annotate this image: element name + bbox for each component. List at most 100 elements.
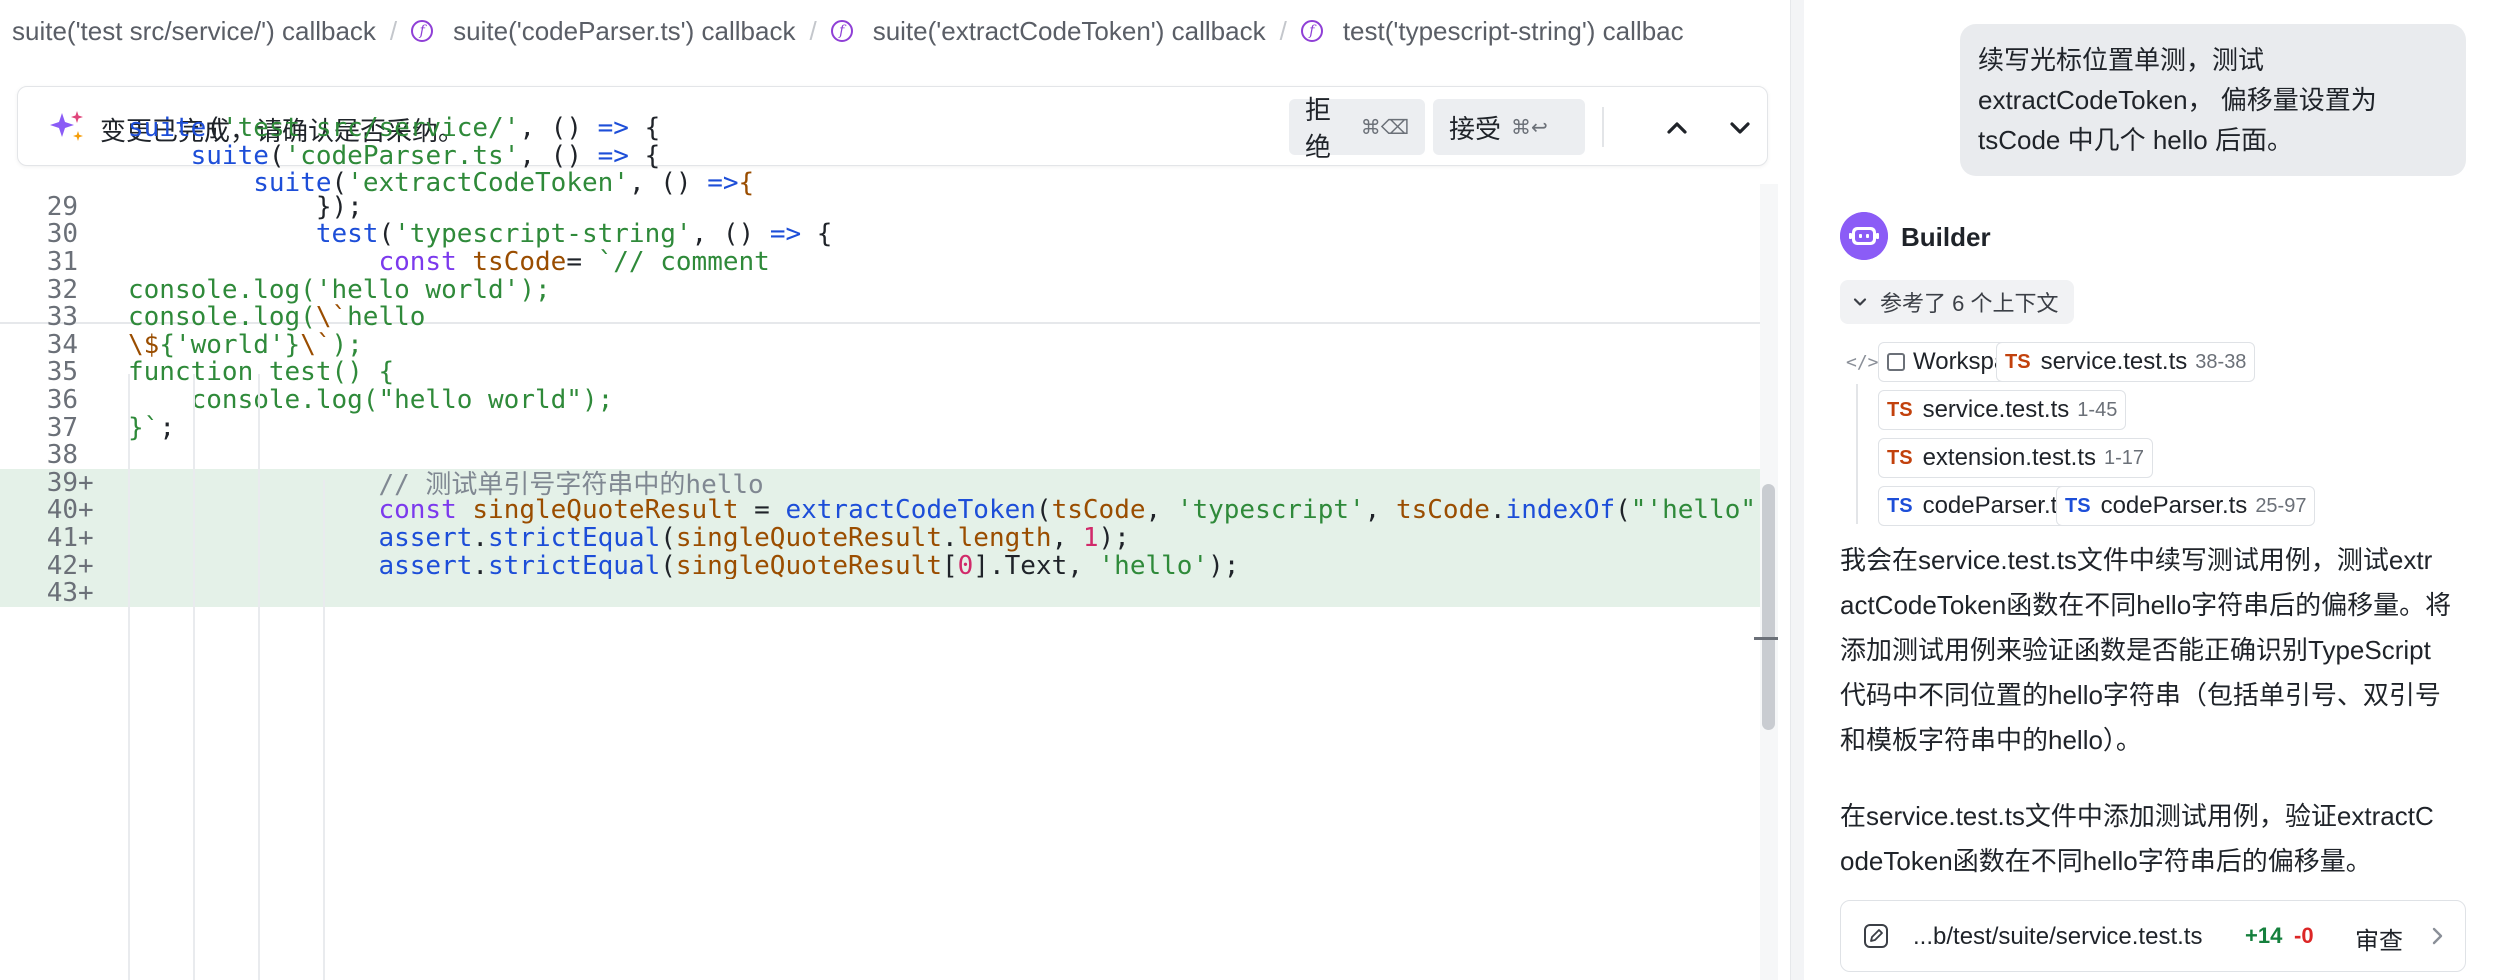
- breadcrumb-separator: /: [389, 15, 398, 46]
- code-token: ,: [1364, 495, 1396, 526]
- function-icon: f: [830, 20, 853, 42]
- added-line-marker: +: [78, 522, 94, 553]
- added-code-line[interactable]: 42 + assert.strictEqual(singleQuoteResult…: [0, 550, 1778, 581]
- line-number: 31: [46, 246, 78, 277]
- code-editor[interactable]: suite('test src/service/', () => { suite…: [0, 113, 1778, 980]
- breadcrumb-separator: /: [1279, 15, 1287, 46]
- breadcrumb-item[interactable]: suite('test src/service/') callback: [12, 16, 376, 47]
- scrollbar-cursor-marker: [1754, 637, 1778, 640]
- breadcrumb-item[interactable]: f test('typescript-string') callbac: [1300, 16, 1684, 47]
- code-token: (: [1035, 495, 1052, 526]
- breadcrumb-item[interactable]: f suite('extractCodeToken') callback: [830, 16, 1266, 47]
- code-token: \$: [128, 329, 160, 360]
- context-chip-range: 1-45: [2077, 398, 2118, 421]
- line-number: 37: [46, 412, 78, 443]
- breadcrumb-label: suite('test src/service/') callback: [12, 15, 376, 46]
- chevron-right-icon[interactable]: [2429, 926, 2445, 946]
- pane-splitter[interactable]: [1790, 0, 1804, 980]
- line-number: 30: [46, 219, 78, 250]
- code-token: const: [378, 495, 457, 526]
- line-number: 38: [46, 440, 78, 471]
- code-text: const tsCode= `// comment: [128, 246, 769, 277]
- indent-guide: [128, 374, 130, 980]
- breadcrumb-item[interactable]: f suite('codeParser.ts') callback: [411, 16, 795, 47]
- scrollbar-thumb[interactable]: [1762, 484, 1775, 730]
- code-token: ,: [1145, 495, 1177, 526]
- line-number: 33: [46, 302, 78, 333]
- code-token: (: [1615, 495, 1631, 526]
- code-token: strictEqual: [488, 550, 661, 581]
- code-text: test('typescript-string', () => {: [128, 219, 833, 250]
- context-chip-name: extension.test.ts: [1922, 444, 2096, 471]
- code-token: 'hello': [1098, 550, 1209, 581]
- code-token: tsCode: [472, 246, 567, 277]
- lines-added-count: +14: [2245, 923, 2283, 948]
- code-token: (: [660, 522, 676, 553]
- code-token: 0: [957, 550, 974, 581]
- code-text: \${'world'}\`);: [128, 330, 363, 360]
- user-message-line: tsCode 中几个 hello 后面。: [1978, 125, 2293, 155]
- context-chip-file[interactable]: TS service.test.ts 1-45: [1878, 390, 2127, 430]
- context-toggle[interactable]: 参考了 6 个上下文: [1840, 280, 2075, 324]
- line-number: 41: [46, 522, 78, 553]
- code-line[interactable]: 33 console.log(\`hello: [0, 302, 1778, 333]
- added-code-line[interactable]: 40 + const singleQuoteResult = extractCod…: [0, 495, 1778, 526]
- typescript-file-icon: TS: [2005, 350, 2031, 373]
- bot-name: Builder: [1901, 222, 1991, 252]
- context-chip-range: 38-38: [2195, 350, 2247, 373]
- user-message-line: 续写光标位置单测，测试: [1978, 45, 2265, 75]
- added-code-line[interactable]: 41 + assert.strictEqual(singleQuoteResult…: [0, 522, 1778, 553]
- code-token: "'hello": [1630, 495, 1757, 526]
- paragraph-line: actCodeToken函数在不同hello字符串后的偏移量。将: [1840, 590, 2452, 620]
- code-token: const: [378, 246, 457, 277]
- context-chip-file[interactable]: TS codeParser.ts 25-97: [2056, 486, 2316, 526]
- code-token: test: [315, 219, 379, 250]
- added-code-line[interactable]: 43 +: [0, 578, 1778, 609]
- code-token: extractCodeToken: [785, 495, 1036, 526]
- code-token: .: [472, 522, 489, 553]
- user-message-line: extractCodeToken， 偏移量设置为: [1978, 85, 2377, 115]
- context-chip-file[interactable]: TS service.test.ts 38-38: [1996, 342, 2256, 382]
- code-icon: </>: [1846, 352, 1879, 373]
- code-line[interactable]: 36 console.log("hello world");: [0, 384, 1778, 415]
- file-change-card[interactable]: ...b/test/suite/service.test.ts +14 -0 审…: [1840, 900, 2466, 972]
- indent-guide: [258, 374, 260, 980]
- code-line[interactable]: 29 });: [0, 192, 1778, 222]
- code-line[interactable]: 32 console.log('hello world');: [0, 275, 1778, 305]
- line-number: 40: [46, 495, 78, 526]
- code-line[interactable]: 35 function test() {: [0, 357, 1778, 388]
- code-token: , (): [691, 219, 770, 250]
- review-button[interactable]: 审查: [2355, 921, 2403, 956]
- line-number: 35: [46, 357, 78, 388]
- paragraph-line: 代码中不同位置的hello字符串（包括单引号、双引号: [1840, 680, 2441, 710]
- context-chip-name: service.test.ts: [1922, 396, 2070, 423]
- code-line[interactable]: 31 const tsCode= `// comment: [0, 246, 1778, 277]
- code-token: tsCode: [1395, 495, 1490, 526]
- line-number: 43: [46, 578, 78, 609]
- context-chip-name: codeParser.ts: [1922, 492, 2070, 519]
- typescript-file-icon: TS: [1887, 446, 1913, 469]
- code-token: [: [941, 550, 958, 581]
- code-line[interactable]: 30 test('typescript-string', () => {: [0, 219, 1778, 250]
- breadcrumb-separator: /: [809, 15, 817, 46]
- context-chip-file[interactable]: TS extension.test.ts 1-17: [1878, 438, 2154, 478]
- code-token: length: [957, 522, 1052, 553]
- code-token: }`: [128, 412, 160, 443]
- context-toggle-label: 参考了 6 个上下文: [1880, 291, 2059, 316]
- code-token: console.log("hello world");: [128, 384, 614, 415]
- code-token: .: [472, 550, 489, 581]
- code-token: =>: [769, 219, 802, 250]
- added-code-line[interactable]: 39 + // 测试单引号字符串中的hello: [0, 467, 1778, 500]
- lines-removed-count: -0: [2294, 923, 2314, 948]
- code-text: function test() {: [128, 357, 394, 387]
- code-token: singleQuoteResult: [472, 495, 739, 526]
- code-line[interactable]: 34 \${'world'}\`);: [0, 330, 1778, 360]
- line-number: 39: [46, 467, 78, 498]
- code-token: );: [1208, 550, 1240, 581]
- user-message: 续写光标位置单测，测试 extractCodeToken， 偏移量设置为 tsC…: [1960, 24, 2466, 176]
- code-line[interactable]: 37}`;: [0, 412, 1778, 443]
